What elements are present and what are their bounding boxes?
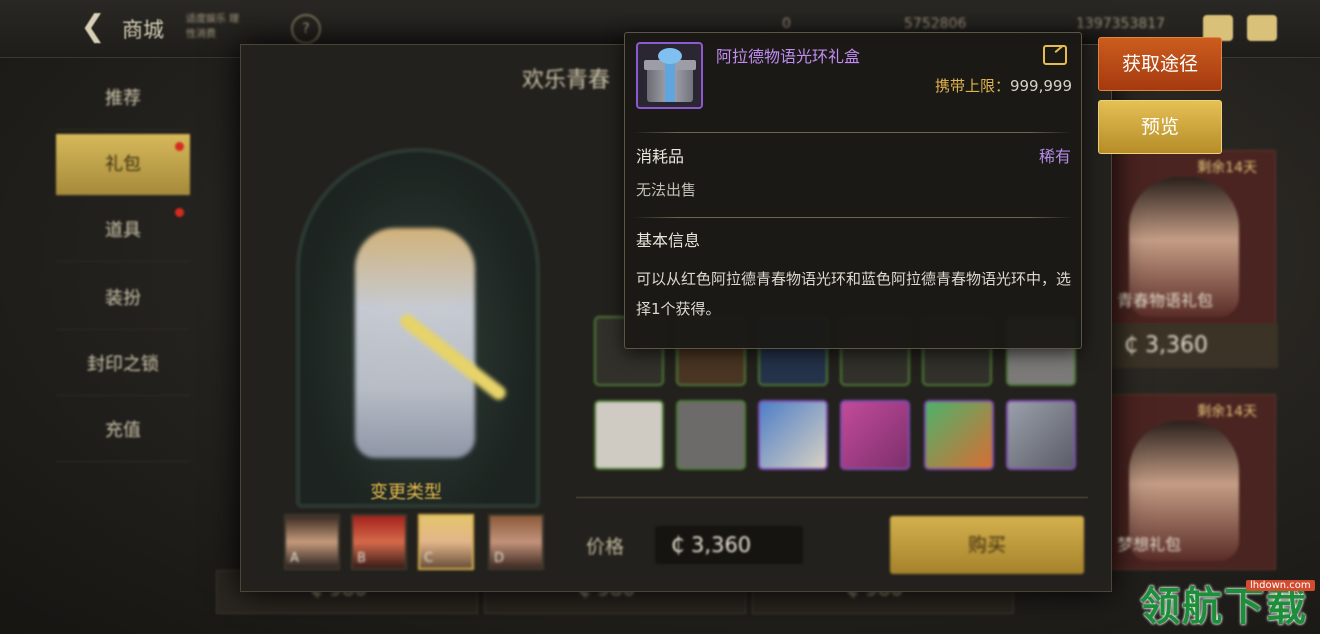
resource-count-3: 1397353817 — [1076, 16, 1166, 32]
remaining-days: 剩余14天 — [1197, 160, 1257, 176]
avatar-option-a[interactable]: A — [284, 514, 340, 570]
chat-icon[interactable] — [1247, 15, 1277, 41]
avatar-option-c[interactable]: C — [418, 514, 474, 570]
page-title: 商城 — [122, 18, 164, 42]
shop-screen: { "topbar": { "title": "商城", "subtitle":… — [0, 0, 1320, 634]
sidebar-item-packages[interactable]: 礼包 — [56, 134, 190, 196]
gift-box-icon[interactable] — [924, 400, 994, 470]
get-source-button[interactable]: 获取途径 — [1098, 37, 1222, 91]
package-name: 青春物语礼包 — [1117, 291, 1214, 310]
gift-box-icon[interactable] — [758, 400, 828, 470]
resource-count-2: 5752806 — [904, 16, 967, 32]
sidebar-item-avatar[interactable]: 装扮 — [56, 268, 190, 330]
sidebar-item-items[interactable]: 道具 — [56, 200, 190, 262]
price-value: ₵ 3,360 — [655, 526, 803, 564]
notification-dot — [175, 142, 184, 151]
item-description: 可以从红色阿拉德青春物语光环和蓝色阿拉德青春物语光环中，选择1个获得。 — [636, 270, 1072, 318]
carry-limit-value: 999,999 — [1009, 77, 1072, 95]
play-notice: 适度娱乐 理性消费 — [186, 14, 240, 40]
sell-status: 无法出售 — [636, 181, 697, 199]
package-name: 梦想礼包 — [1117, 535, 1182, 554]
change-type-button[interactable]: 变更类型 — [370, 478, 442, 504]
remaining-days: 剩余14天 — [1197, 404, 1257, 420]
preview-button[interactable]: 预览 — [1098, 100, 1222, 154]
carry-limit-label: 携带上限： — [934, 77, 1010, 95]
help-icon[interactable]: ? — [291, 14, 321, 44]
item-rarity: 稀有 — [1038, 147, 1071, 166]
basic-info-title: 基本信息 — [636, 231, 701, 250]
divider — [576, 497, 1088, 498]
avatar-option-d[interactable]: D — [488, 514, 544, 570]
sidebar-item-recommend[interactable]: 推荐 — [56, 68, 190, 130]
sidebar-item-recharge[interactable]: 充值 — [56, 400, 190, 462]
sidebar-item-seal[interactable]: 封印之锁 — [56, 334, 190, 396]
carry-limit: 携带上限：999,999 — [918, 75, 1072, 96]
resource-count-1: 0 — [782, 16, 791, 32]
reward-item-wing[interactable] — [676, 400, 746, 470]
reward-item-plush[interactable] — [594, 400, 664, 470]
gift-box-icon[interactable] — [1006, 400, 1076, 470]
share-icon[interactable] — [1043, 45, 1067, 65]
package-price: ₵ 3,360 — [1110, 324, 1278, 368]
package-card[interactable]: 剩余14天 青春物语礼包 — [1108, 150, 1276, 325]
price-label: 价格 — [586, 536, 625, 558]
item-name: 阿拉德物语光环礼盒 — [716, 47, 861, 66]
item-type: 消耗品 — [636, 147, 685, 166]
package-card[interactable]: 剩余14天 梦想礼包 — [1108, 394, 1276, 570]
notification-dot — [175, 208, 184, 217]
divider — [633, 132, 1073, 133]
gift-box-icon — [636, 42, 703, 109]
character-figure — [355, 228, 475, 458]
back-arrow-icon[interactable]: ❮ — [76, 10, 110, 44]
item-tooltip: 阿拉德物语光环礼盒 携带上限：999,999 消耗品 稀有 无法出售 基本信息 … — [624, 32, 1082, 349]
divider — [633, 217, 1073, 218]
dialog-title: 欢乐青春 — [522, 68, 611, 93]
watermark-url: lhdown.com — [1246, 580, 1315, 591]
gift-box-icon[interactable] — [840, 400, 910, 470]
buy-button[interactable]: 购买 — [890, 516, 1084, 574]
avatar-option-b[interactable]: B — [351, 514, 407, 570]
